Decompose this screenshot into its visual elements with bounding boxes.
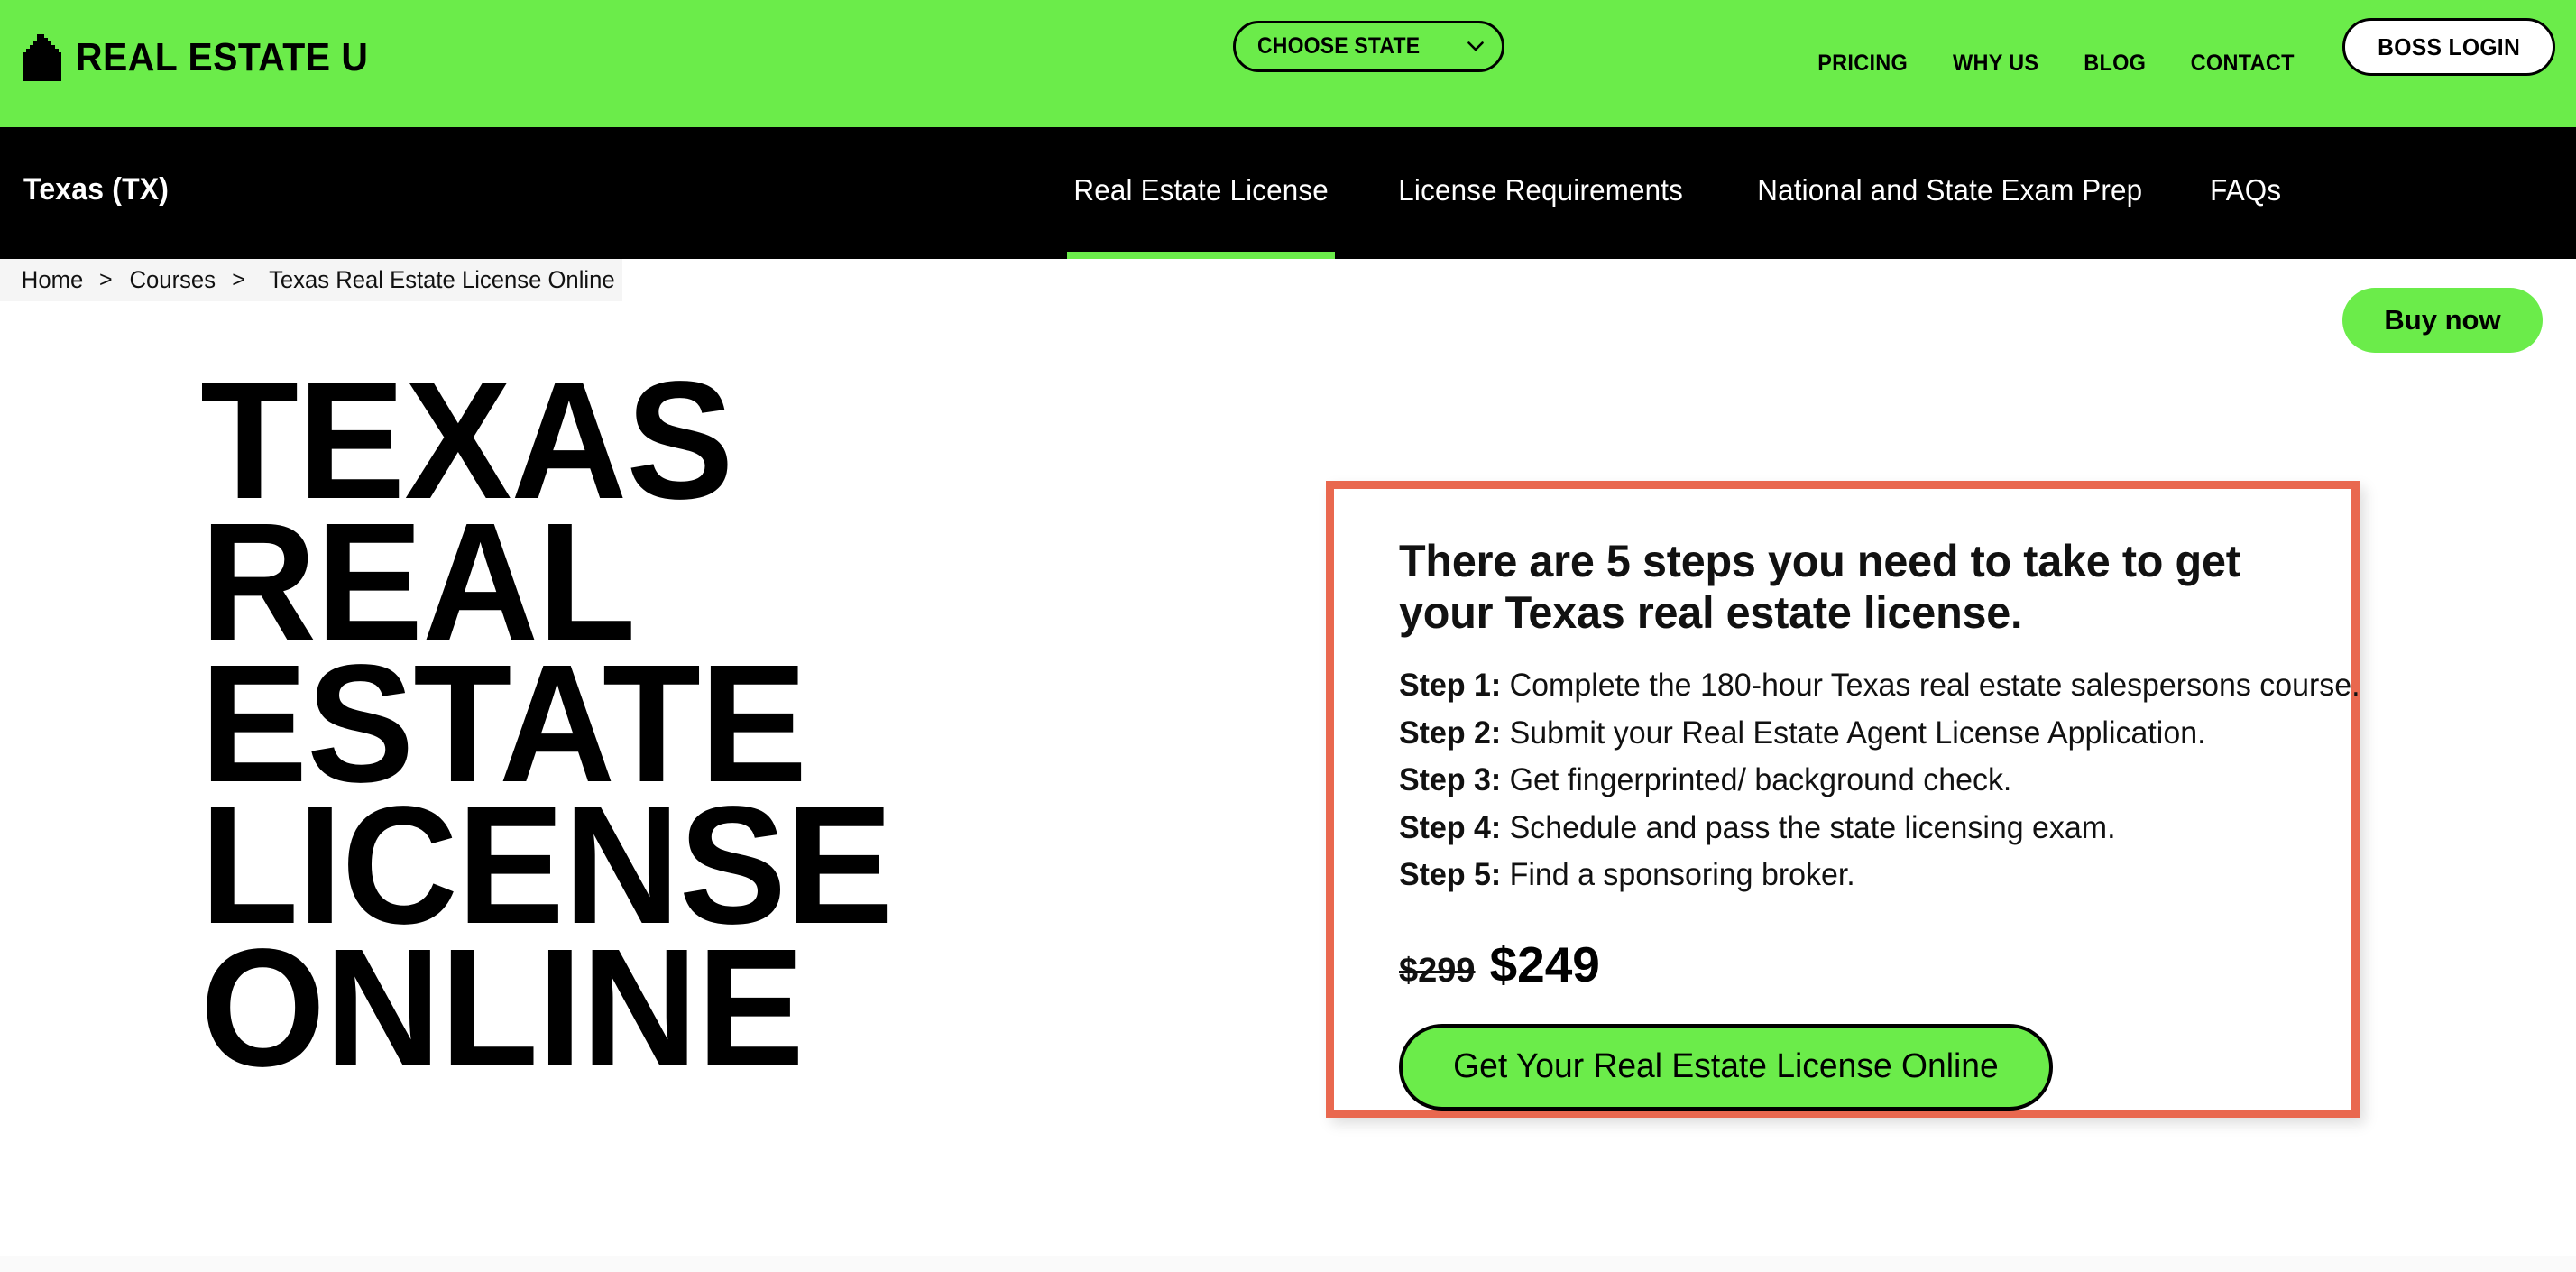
steps-list: Step 1: Complete the 180-hour Texas real… [1399,662,2360,899]
buy-now-label: Buy now [2384,304,2501,336]
steps-card: There are 5 steps you need to take to ge… [1326,481,2360,1118]
step-text: Submit your Real Estate Agent License Ap… [1501,714,2206,751]
course-subnav: Texas (TX) Real Estate License License R… [0,127,2576,353]
breadcrumb-item-courses[interactable]: Courses [129,266,216,294]
bottom-divider [0,1256,2576,1272]
house-icon [23,34,61,81]
tab-label: National and State Exam Prep [1756,173,2142,207]
site-logo[interactable]: REAL ESTATE U [22,34,391,81]
nav-link-pricing[interactable]: PRICING [1799,51,1927,77]
tab-national-and-state-exam-prep[interactable]: National and State Exam Prep [1747,127,2153,259]
price-current: $249 [1489,936,1600,992]
list-item: Step 5: Find a sponsoring broker. [1399,852,2270,899]
boss-login-button[interactable]: BOSS LOGIN [2342,18,2555,76]
nav-link-why-us[interactable]: WHY US [1935,51,2058,77]
get-license-cta-button[interactable]: Get Your Real Estate License Online [1399,1023,2053,1111]
tab-label: License Requirements [1398,173,1684,207]
step-text: Schedule and pass the state licensing ex… [1501,809,2116,845]
breadcrumb-separator: > [99,267,113,292]
page-root: REAL ESTATE U CHOOSE STATE PRICING WHY U… [0,0,2576,1272]
buy-now-button[interactable]: Buy now [2342,288,2543,353]
logo-text: REAL ESTATE U [76,35,369,79]
list-item: Step 3: Get fingerprinted/ background ch… [1399,757,2270,805]
price-row: $299 $249 [1399,936,2297,993]
list-item: Step 4: Schedule and pass the state lice… [1399,805,2270,853]
breadcrumb-item-current: Texas Real Estate License Online [268,266,615,293]
page-title-line: ONLINE [200,914,805,1101]
breadcrumb: Home > Courses > Texas Real Estate Licen… [0,259,622,301]
nav-link-blog[interactable]: BLOG [2065,51,2164,77]
subnav-tabs: Real Estate License License Requirements… [1067,127,2284,259]
header-nav: PRICING WHY US BLOG CONTACT [1795,0,2318,127]
breadcrumb-item-home[interactable]: Home [22,266,83,294]
step-label: Step 1: [1399,668,1502,703]
list-item: Step 1: Complete the 180-hour Texas real… [1399,662,2360,710]
tab-real-estate-license[interactable]: Real Estate License [1067,127,1336,259]
tab-license-requirements[interactable]: License Requirements [1391,127,1690,259]
page-title: TEXAS REAL ESTATE LICENSE ONLINE [200,356,893,1101]
step-label: Step 2: [1399,714,1502,751]
breadcrumb-separator: > [232,267,245,292]
step-label: Step 5: [1399,857,1502,892]
step-label: Step 3: [1399,762,1502,797]
state-title: Texas (TX) [23,172,170,207]
site-header: REAL ESTATE U CHOOSE STATE PRICING WHY U… [0,0,2576,127]
tab-label: Real Estate License [1073,173,1329,207]
list-item: Step 2: Submit your Real Estate Agent Li… [1399,710,2270,758]
steps-card-heading: There are 5 steps you need to take to ge… [1399,536,2240,638]
chevron-down-icon [1467,41,1484,51]
tab-faqs[interactable]: FAQs [2208,127,2283,259]
choose-state-label: CHOOSE STATE [1257,33,1421,59]
cta-label: Get Your Real Estate License Online [1453,1047,1999,1085]
step-text: Complete the 180-hour Texas real estate … [1501,668,2360,703]
price-original: $299 [1399,951,1476,990]
boss-login-label: BOSS LOGIN [2378,32,2520,60]
step-text: Find a sponsoring broker. [1501,857,1855,892]
tab-label: FAQs [2210,173,2282,207]
step-label: Step 4: [1399,809,1502,845]
nav-link-contact[interactable]: CONTACT [2172,51,2313,77]
choose-state-dropdown[interactable]: CHOOSE STATE [1233,21,1504,72]
step-text: Get fingerprinted/ background check. [1501,762,2012,797]
